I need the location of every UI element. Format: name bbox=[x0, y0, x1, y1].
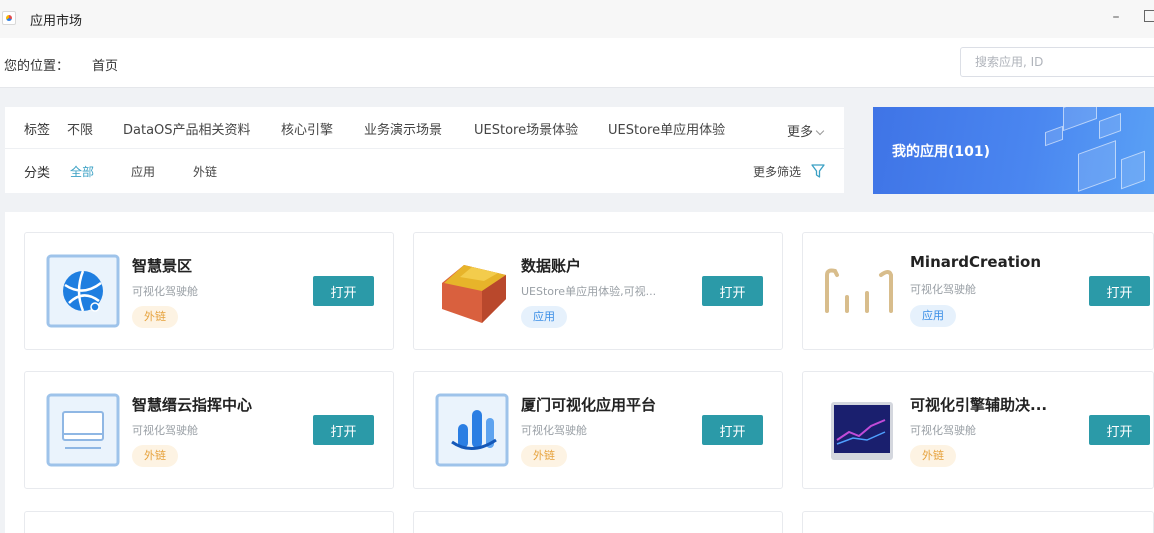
chart-bars-icon bbox=[435, 393, 509, 467]
category-filter-app[interactable]: 应用 bbox=[131, 163, 155, 180]
app-card[interactable]: 智慧景区 可视化驾驶舱 外链 打开 bbox=[24, 232, 394, 350]
filter-panel: 标签 不限 DataOS产品相关资料 核心引擎 业务演示场景 UEStore场景… bbox=[5, 107, 844, 193]
tag-filter-demo-scenes[interactable]: 业务演示场景 bbox=[364, 119, 442, 138]
location-bar: 您的位置： 首页 bbox=[0, 38, 1154, 88]
app-description: 可视化驾驶舱 bbox=[910, 283, 976, 296]
app-description: UEStore单应用体验,可视... bbox=[521, 285, 657, 298]
title-bar: 应用市场 – bbox=[0, 0, 1154, 38]
app-description: 可视化驾驶舱 bbox=[132, 285, 198, 298]
decor-cube bbox=[1045, 125, 1063, 147]
app-card-partial[interactable] bbox=[802, 511, 1154, 533]
app-card[interactable]: 厦门可视化应用平台 可视化驾驶舱 外链 打开 bbox=[413, 371, 783, 489]
monitor-icon bbox=[46, 393, 120, 467]
app-name: 可视化引擎辅助决... bbox=[910, 396, 1048, 414]
window-title: 应用市场 bbox=[30, 14, 83, 29]
category-filter-link[interactable]: 外链 bbox=[193, 163, 217, 180]
cube-icon bbox=[442, 265, 506, 323]
my-apps-banner[interactable]: 我的应用(101) bbox=[873, 107, 1154, 194]
app-card[interactable]: 智慧缙云指挥中心 可视化驾驶舱 外链 打开 bbox=[24, 371, 394, 489]
decor-cube bbox=[1121, 150, 1145, 190]
tag-filter-any[interactable]: 不限 bbox=[67, 119, 93, 138]
app-list: 智慧景区 可视化驾驶舱 外链 打开 数据账户 UEStore单应用体验,可视..… bbox=[5, 212, 1154, 533]
breadcrumb-home[interactable]: 首页 bbox=[92, 55, 118, 74]
tag-filter-label: 标签 bbox=[24, 123, 51, 138]
tag-filter-dataos[interactable]: DataOS产品相关资料 bbox=[123, 119, 251, 138]
app-name: 厦门可视化应用平台 bbox=[521, 396, 657, 414]
open-button[interactable]: 打开 bbox=[702, 415, 763, 445]
app-type-badge: 外链 bbox=[132, 445, 178, 467]
app-card[interactable]: 数据账户 UEStore单应用体验,可视... 应用 打开 bbox=[413, 232, 783, 350]
app-description: 可视化驾驶舱 bbox=[910, 424, 976, 437]
more-tags-label: 更多 bbox=[787, 125, 814, 140]
chevron-down-icon bbox=[815, 126, 825, 136]
open-button[interactable]: 打开 bbox=[702, 276, 763, 306]
app-logo-icon bbox=[2, 11, 16, 25]
app-card-partial[interactable] bbox=[413, 511, 783, 533]
open-button[interactable]: 打开 bbox=[1089, 415, 1150, 445]
app-type-badge: 应用 bbox=[521, 306, 567, 328]
app-type-badge: 外链 bbox=[910, 445, 956, 467]
app-description: 可视化驾驶舱 bbox=[132, 424, 198, 437]
tag-filter-core-engine[interactable]: 核心引擎 bbox=[281, 119, 333, 138]
more-tags-button[interactable]: 更多 bbox=[787, 121, 825, 140]
app-card-partial[interactable] bbox=[24, 511, 394, 533]
app-name: 智慧景区 bbox=[132, 257, 193, 275]
category-filter-row: 分类 全部 应用 外链 更多筛选 bbox=[5, 149, 844, 193]
app-name: 数据账户 bbox=[521, 257, 582, 275]
minimize-button[interactable]: – bbox=[1108, 8, 1124, 26]
my-apps-label: 我的应用(101) bbox=[892, 144, 991, 160]
more-filters-button[interactable]: 更多筛选 bbox=[753, 163, 801, 180]
category-filter-all[interactable]: 全部 bbox=[70, 163, 94, 180]
app-type-badge: 外链 bbox=[521, 445, 567, 467]
app-type-badge: 外链 bbox=[132, 306, 178, 328]
open-button[interactable]: 打开 bbox=[313, 276, 374, 306]
app-card[interactable]: 可视化引擎辅助决... 可视化驾驶舱 外链 打开 bbox=[802, 371, 1154, 489]
app-description: 可视化驾驶舱 bbox=[521, 424, 587, 437]
decor-cube bbox=[1078, 140, 1116, 192]
filter-funnel-icon[interactable] bbox=[811, 163, 825, 179]
app-card[interactable]: MinardCreation 可视化驾驶舱 应用 打开 bbox=[802, 232, 1154, 350]
tag-filter-uestore-single[interactable]: UEStore单应用体验 bbox=[608, 119, 725, 138]
maximize-button[interactable] bbox=[1144, 10, 1154, 22]
app-name: 智慧缙云指挥中心 bbox=[132, 396, 253, 414]
decor-cube bbox=[1099, 112, 1121, 140]
decor-cube bbox=[1063, 107, 1097, 132]
app-type-badge: 应用 bbox=[910, 305, 956, 327]
open-button[interactable]: 打开 bbox=[1089, 276, 1150, 306]
location-label: 您的位置： bbox=[4, 59, 70, 74]
globe-icon bbox=[46, 254, 120, 328]
trend-screen-icon bbox=[831, 402, 893, 460]
tag-filter-row: 标签 不限 DataOS产品相关资料 核心引擎 业务演示场景 UEStore场景… bbox=[5, 107, 844, 149]
app-name: MinardCreation bbox=[910, 253, 1042, 271]
bars-icon bbox=[825, 268, 893, 313]
tag-filter-uestore-scenes[interactable]: UEStore场景体验 bbox=[474, 119, 578, 138]
search-input[interactable] bbox=[960, 47, 1154, 77]
category-filter-label: 分类 bbox=[24, 166, 51, 181]
open-button[interactable]: 打开 bbox=[313, 415, 374, 445]
